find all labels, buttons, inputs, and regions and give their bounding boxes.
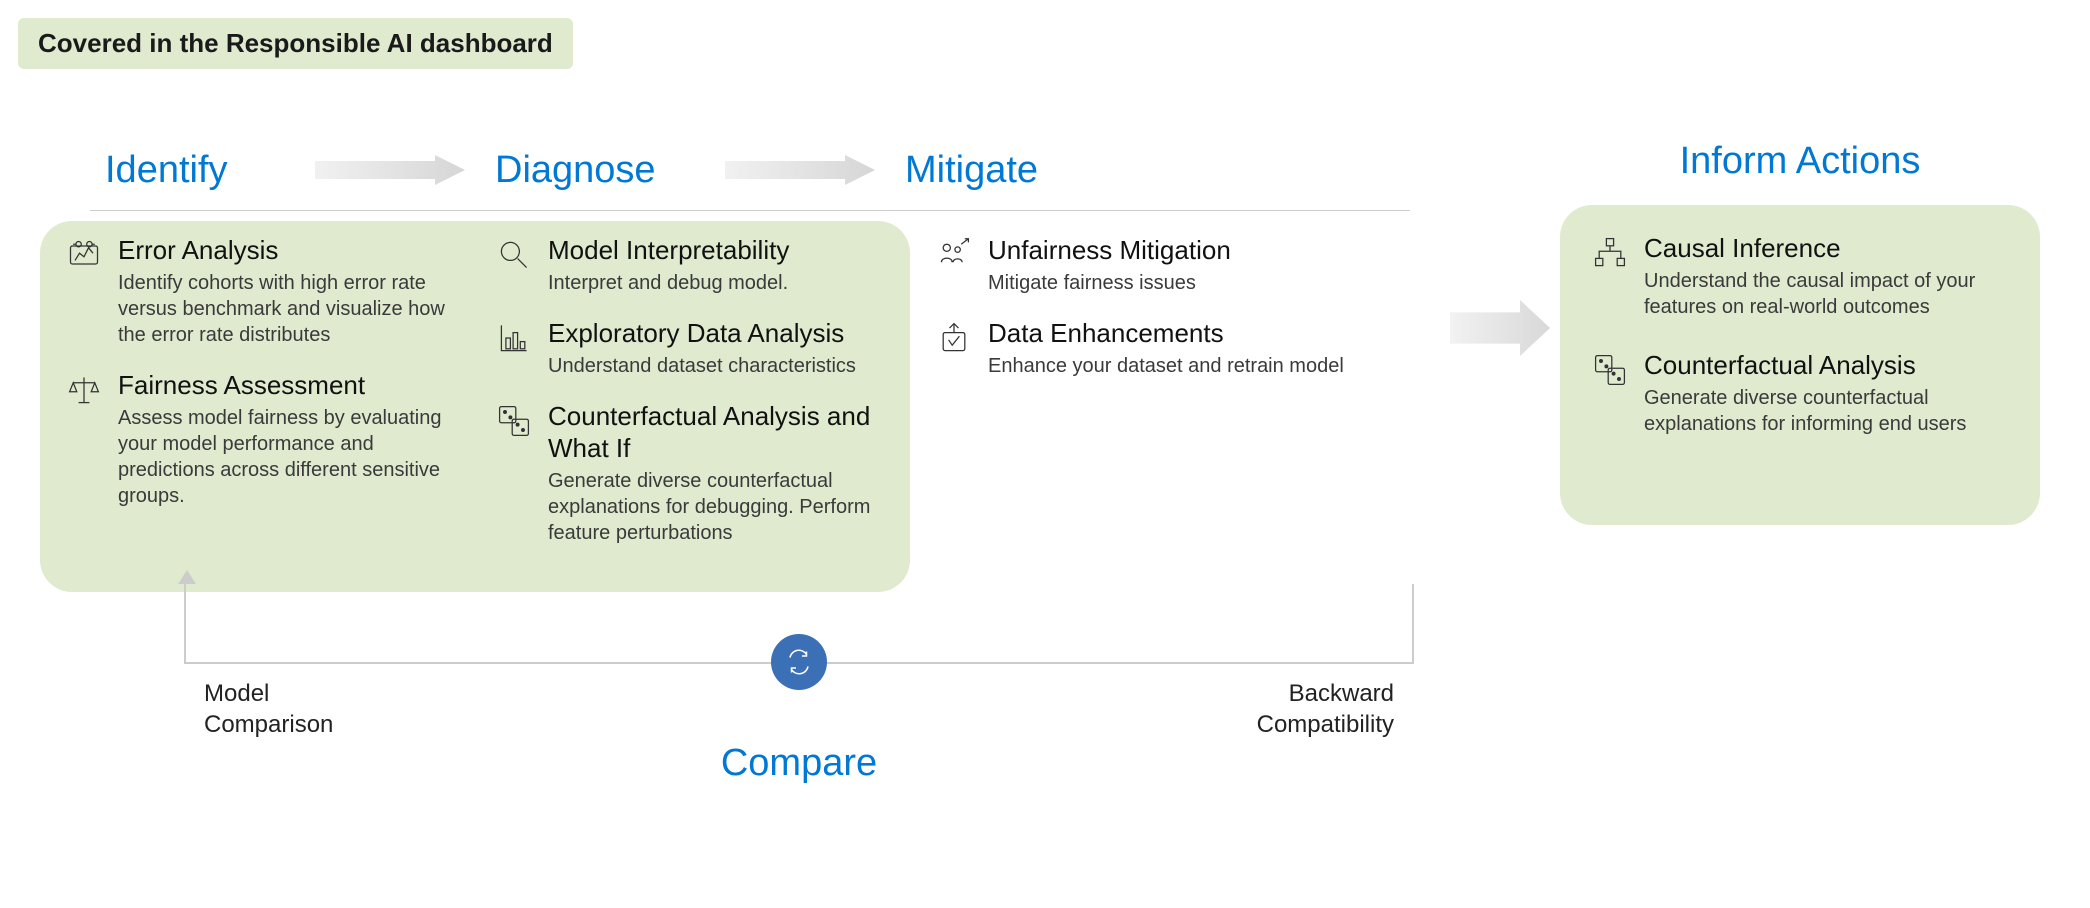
arrow-icon xyxy=(725,155,875,185)
item-counterfactual-inform: Counterfactual Analysis Generate diverse… xyxy=(1590,350,2010,437)
people-icon xyxy=(934,235,974,275)
item-title: Unfairness Mitigation xyxy=(988,235,1346,266)
compare-bracket xyxy=(184,584,1414,664)
causal-icon xyxy=(1590,233,1630,273)
chart-icon xyxy=(494,318,534,358)
inform-title: Inform Actions xyxy=(1560,140,2040,183)
compare-label-right: BackwardCompatibility xyxy=(1257,678,1394,740)
item-desc: Identify cohorts with high error rate ve… xyxy=(118,270,446,348)
item-title: Causal Inference xyxy=(1644,233,2010,264)
item-title: Model Interpretability xyxy=(548,235,886,266)
inform-box: Causal Inference Understand the causal i… xyxy=(1560,205,2040,525)
stage-title-mitigate: Mitigate xyxy=(905,149,1085,192)
item-title: Exploratory Data Analysis xyxy=(548,318,886,349)
stages-container: Identify Diagnose Mitigate Error Analysi… xyxy=(40,140,1460,592)
stage-title-diagnose: Diagnose xyxy=(495,149,695,192)
columns: Error Analysis Identify cohorts with hig… xyxy=(40,221,1460,592)
compare-label-left: ModelComparison xyxy=(204,678,333,740)
column-diagnose: Model Interpretability Interpret and deb… xyxy=(470,221,910,592)
stage-headers: Identify Diagnose Mitigate xyxy=(40,140,1460,200)
column-mitigate: Unfairness Mitigation Mitigate fairness … xyxy=(910,221,1370,592)
dice-icon xyxy=(494,401,534,441)
dice-icon xyxy=(1590,350,1630,390)
item-title: Fairness Assessment xyxy=(118,370,446,401)
divider xyxy=(90,210,1410,211)
item-title: Error Analysis xyxy=(118,235,446,266)
item-data-enhance: Data Enhancements Enhance your dataset a… xyxy=(934,318,1346,379)
item-unfairness: Unfairness Mitigation Mitigate fairness … xyxy=(934,235,1346,296)
compare-section: ModelComparison BackwardCompatibility Co… xyxy=(184,560,1414,810)
error-analysis-icon xyxy=(64,235,104,275)
item-interpretability: Model Interpretability Interpret and deb… xyxy=(494,235,886,296)
item-desc: Understand the causal impact of your fea… xyxy=(1644,268,2010,320)
item-desc: Enhance your dataset and retrain model xyxy=(988,353,1346,379)
item-title: Counterfactual Analysis xyxy=(1644,350,2010,381)
item-title: Counterfactual Analysis and What If xyxy=(548,401,886,463)
legend-badge: Covered in the Responsible AI dashboard xyxy=(18,18,573,69)
column-identify: Error Analysis Identify cohorts with hig… xyxy=(40,221,470,592)
item-desc: Assess model fairness by evaluating your… xyxy=(118,405,446,509)
magnifier-icon xyxy=(494,235,534,275)
bracket-arrow-icon xyxy=(178,570,196,584)
item-desc: Generate diverse counterfactual explanat… xyxy=(548,468,886,546)
compare-badge-icon xyxy=(771,634,827,690)
item-desc: Understand dataset characteristics xyxy=(548,353,886,379)
arrow-icon xyxy=(315,155,465,185)
stage-title-identify: Identify xyxy=(105,149,285,192)
item-desc: Generate diverse counterfactual explanat… xyxy=(1644,385,2010,437)
item-title: Data Enhancements xyxy=(988,318,1346,349)
item-error-analysis: Error Analysis Identify cohorts with hig… xyxy=(64,235,446,348)
arrow-to-inform-icon xyxy=(1450,300,1550,356)
compare-title: Compare xyxy=(721,742,877,785)
item-fairness: Fairness Assessment Assess model fairnes… xyxy=(64,370,446,509)
inform-panel: Inform Actions Causal Inference Understa… xyxy=(1560,140,2040,525)
item-counterfactual: Counterfactual Analysis and What If Gene… xyxy=(494,401,886,545)
enhance-icon xyxy=(934,318,974,358)
item-eda: Exploratory Data Analysis Understand dat… xyxy=(494,318,886,379)
item-desc: Interpret and debug model. xyxy=(548,270,886,296)
fairness-icon xyxy=(64,370,104,410)
item-desc: Mitigate fairness issues xyxy=(988,270,1346,296)
item-causal: Causal Inference Understand the causal i… xyxy=(1590,233,2010,320)
